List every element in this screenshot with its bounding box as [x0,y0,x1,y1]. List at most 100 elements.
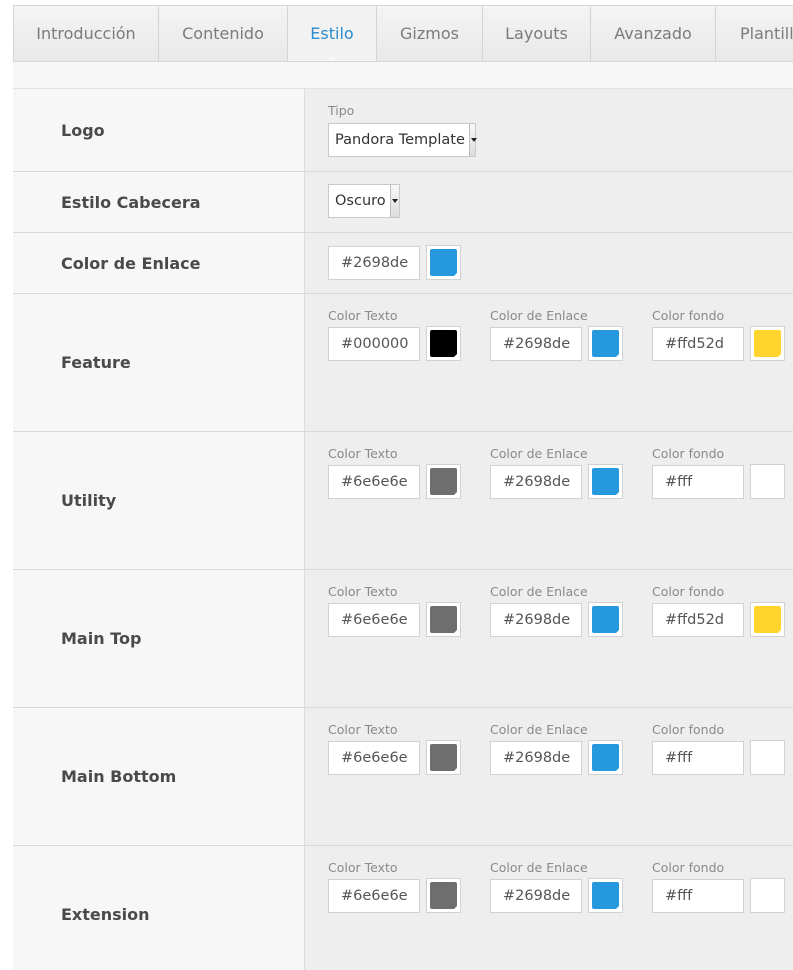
bg-color-field: Color fondo #ffd52d [652,308,785,361]
link-color-field: Color de Enlace #2698de [490,860,623,913]
link-color-input[interactable]: #2698de [490,878,582,913]
row-extension: Extension Color Texto #6e6e6e Color de E… [13,846,793,970]
row-logo: Logo Tipo Pandora Template [13,89,793,172]
row-color-enlace: Color de Enlace #2698de [13,233,793,294]
link-color-label: Color de Enlace [490,722,588,737]
bg-color-label: Color fondo [652,446,725,461]
bg-color-field: Color fondo #fff [652,860,785,913]
text-color-picker[interactable] [426,878,461,913]
color-swatch [430,468,457,495]
tab-content-header [13,62,793,89]
text-color-input[interactable]: #6e6e6e [328,878,420,913]
text-color-field: Color Texto #6e6e6e [328,446,461,499]
row-utility: Utility Color Texto #6e6e6e Color de Enl… [13,432,793,570]
estilo-cabecera-select[interactable]: Oscuro [328,184,400,218]
text-color-picker[interactable] [426,464,461,499]
color-enlace-input[interactable]: #2698de [328,245,420,280]
logo-tipo-label: Tipo [328,103,355,118]
bg-color-picker[interactable] [750,878,785,913]
text-color-field: Color Texto #6e6e6e [328,860,461,913]
link-color-picker[interactable] [588,740,623,775]
logo-tipo-select[interactable]: Pandora Template [328,123,478,157]
bg-color-field: Color fondo #fff [652,446,785,499]
color-swatch [754,606,781,633]
bg-color-field: Color fondo #ffd52d [652,584,785,637]
link-color-label: Color de Enlace [490,308,588,323]
chevron-down-icon [468,124,478,156]
text-color-picker[interactable] [426,740,461,775]
text-color-label: Color Texto [328,860,398,875]
tab-estilo[interactable]: Estilo [288,6,377,61]
chevron-down-icon [390,185,399,217]
bg-color-picker[interactable] [750,464,785,499]
link-color-input[interactable]: #2698de [490,326,582,361]
tab-avanzado[interactable]: Avanzado [591,6,716,61]
color-swatch [592,330,619,357]
color-swatch [592,882,619,909]
link-color-picker[interactable] [588,878,623,913]
row-label: Extension [13,846,311,970]
color-swatch [592,606,619,633]
text-color-label: Color Texto [328,584,398,599]
text-color-picker[interactable] [426,602,461,637]
row-main-top: Main Top Color Texto #6e6e6e Color de En… [13,570,793,708]
tab-contenido[interactable]: Contenido [159,6,288,61]
color-swatch [754,882,781,909]
color-swatch [754,468,781,495]
text-color-input[interactable]: #6e6e6e [328,602,420,637]
color-swatch [430,744,457,771]
text-color-input[interactable]: #000000 [328,326,420,361]
bg-color-input[interactable]: #ffd52d [652,326,744,361]
color-swatch [430,330,457,357]
link-color-picker[interactable] [588,602,623,637]
bg-color-label: Color fondo [652,584,725,599]
text-color-label: Color Texto [328,722,398,737]
row-label: Main Bottom [13,708,311,845]
tab-gizmos[interactable]: Gizmos [377,6,483,61]
color-swatch [592,744,619,771]
link-color-field: Color de Enlace #2698de [490,584,623,637]
text-color-field: Color Texto #000000 [328,308,461,361]
link-color-picker[interactable] [588,326,623,361]
link-color-input[interactable]: #2698de [490,740,582,775]
link-color-picker[interactable] [588,464,623,499]
logo-tipo-value: Pandora Template [335,132,465,148]
color-swatch [430,882,457,909]
color-enlace-picker[interactable] [426,245,461,280]
row-label: Utility [13,432,311,569]
bg-color-picker[interactable] [750,740,785,775]
row-feature: Feature Color Texto #000000 Color de Enl… [13,294,793,432]
color-swatch [754,744,781,771]
text-color-picker[interactable] [426,326,461,361]
link-color-input[interactable]: #2698de [490,464,582,499]
settings-rows: Logo Tipo Pandora Template Estilo Cabece… [13,89,793,970]
tab-layouts[interactable]: Layouts [483,6,591,61]
text-color-label: Color Texto [328,308,398,323]
bg-color-label: Color fondo [652,860,725,875]
row-label: Feature [13,294,311,431]
link-color-field: Color de Enlace #2698de [490,446,623,499]
row-main-bottom: Main Bottom Color Texto #6e6e6e Color de… [13,708,793,846]
tab-introduccion[interactable]: Introducción [14,6,159,61]
color-swatch [430,249,457,276]
link-color-label: Color de Enlace [490,446,588,461]
row-estilo-cabecera: Estilo Cabecera Oscuro [13,172,793,233]
color-swatch [430,606,457,633]
bg-color-input[interactable]: #fff [652,464,744,499]
row-label-logo: Logo [13,89,311,171]
text-color-input[interactable]: #6e6e6e [328,740,420,775]
link-color-input[interactable]: #2698de [490,602,582,637]
bg-color-picker[interactable] [750,602,785,637]
bg-color-input[interactable]: #ffd52d [652,602,744,637]
color-swatch [754,330,781,357]
bg-color-picker[interactable] [750,326,785,361]
tab-plantilla[interactable]: Plantilla [716,6,793,61]
bg-color-input[interactable]: #fff [652,878,744,913]
bg-color-label: Color fondo [652,308,725,323]
logo-tipo-field: Tipo Pandora Template [328,103,478,157]
row-label-estilo-cabecera: Estilo Cabecera [13,172,311,232]
bg-color-input[interactable]: #fff [652,740,744,775]
row-label-color-enlace: Color de Enlace [13,233,311,293]
text-color-input[interactable]: #6e6e6e [328,464,420,499]
tab-bar: Introducción Contenido Estilo Gizmos Lay… [13,5,793,62]
